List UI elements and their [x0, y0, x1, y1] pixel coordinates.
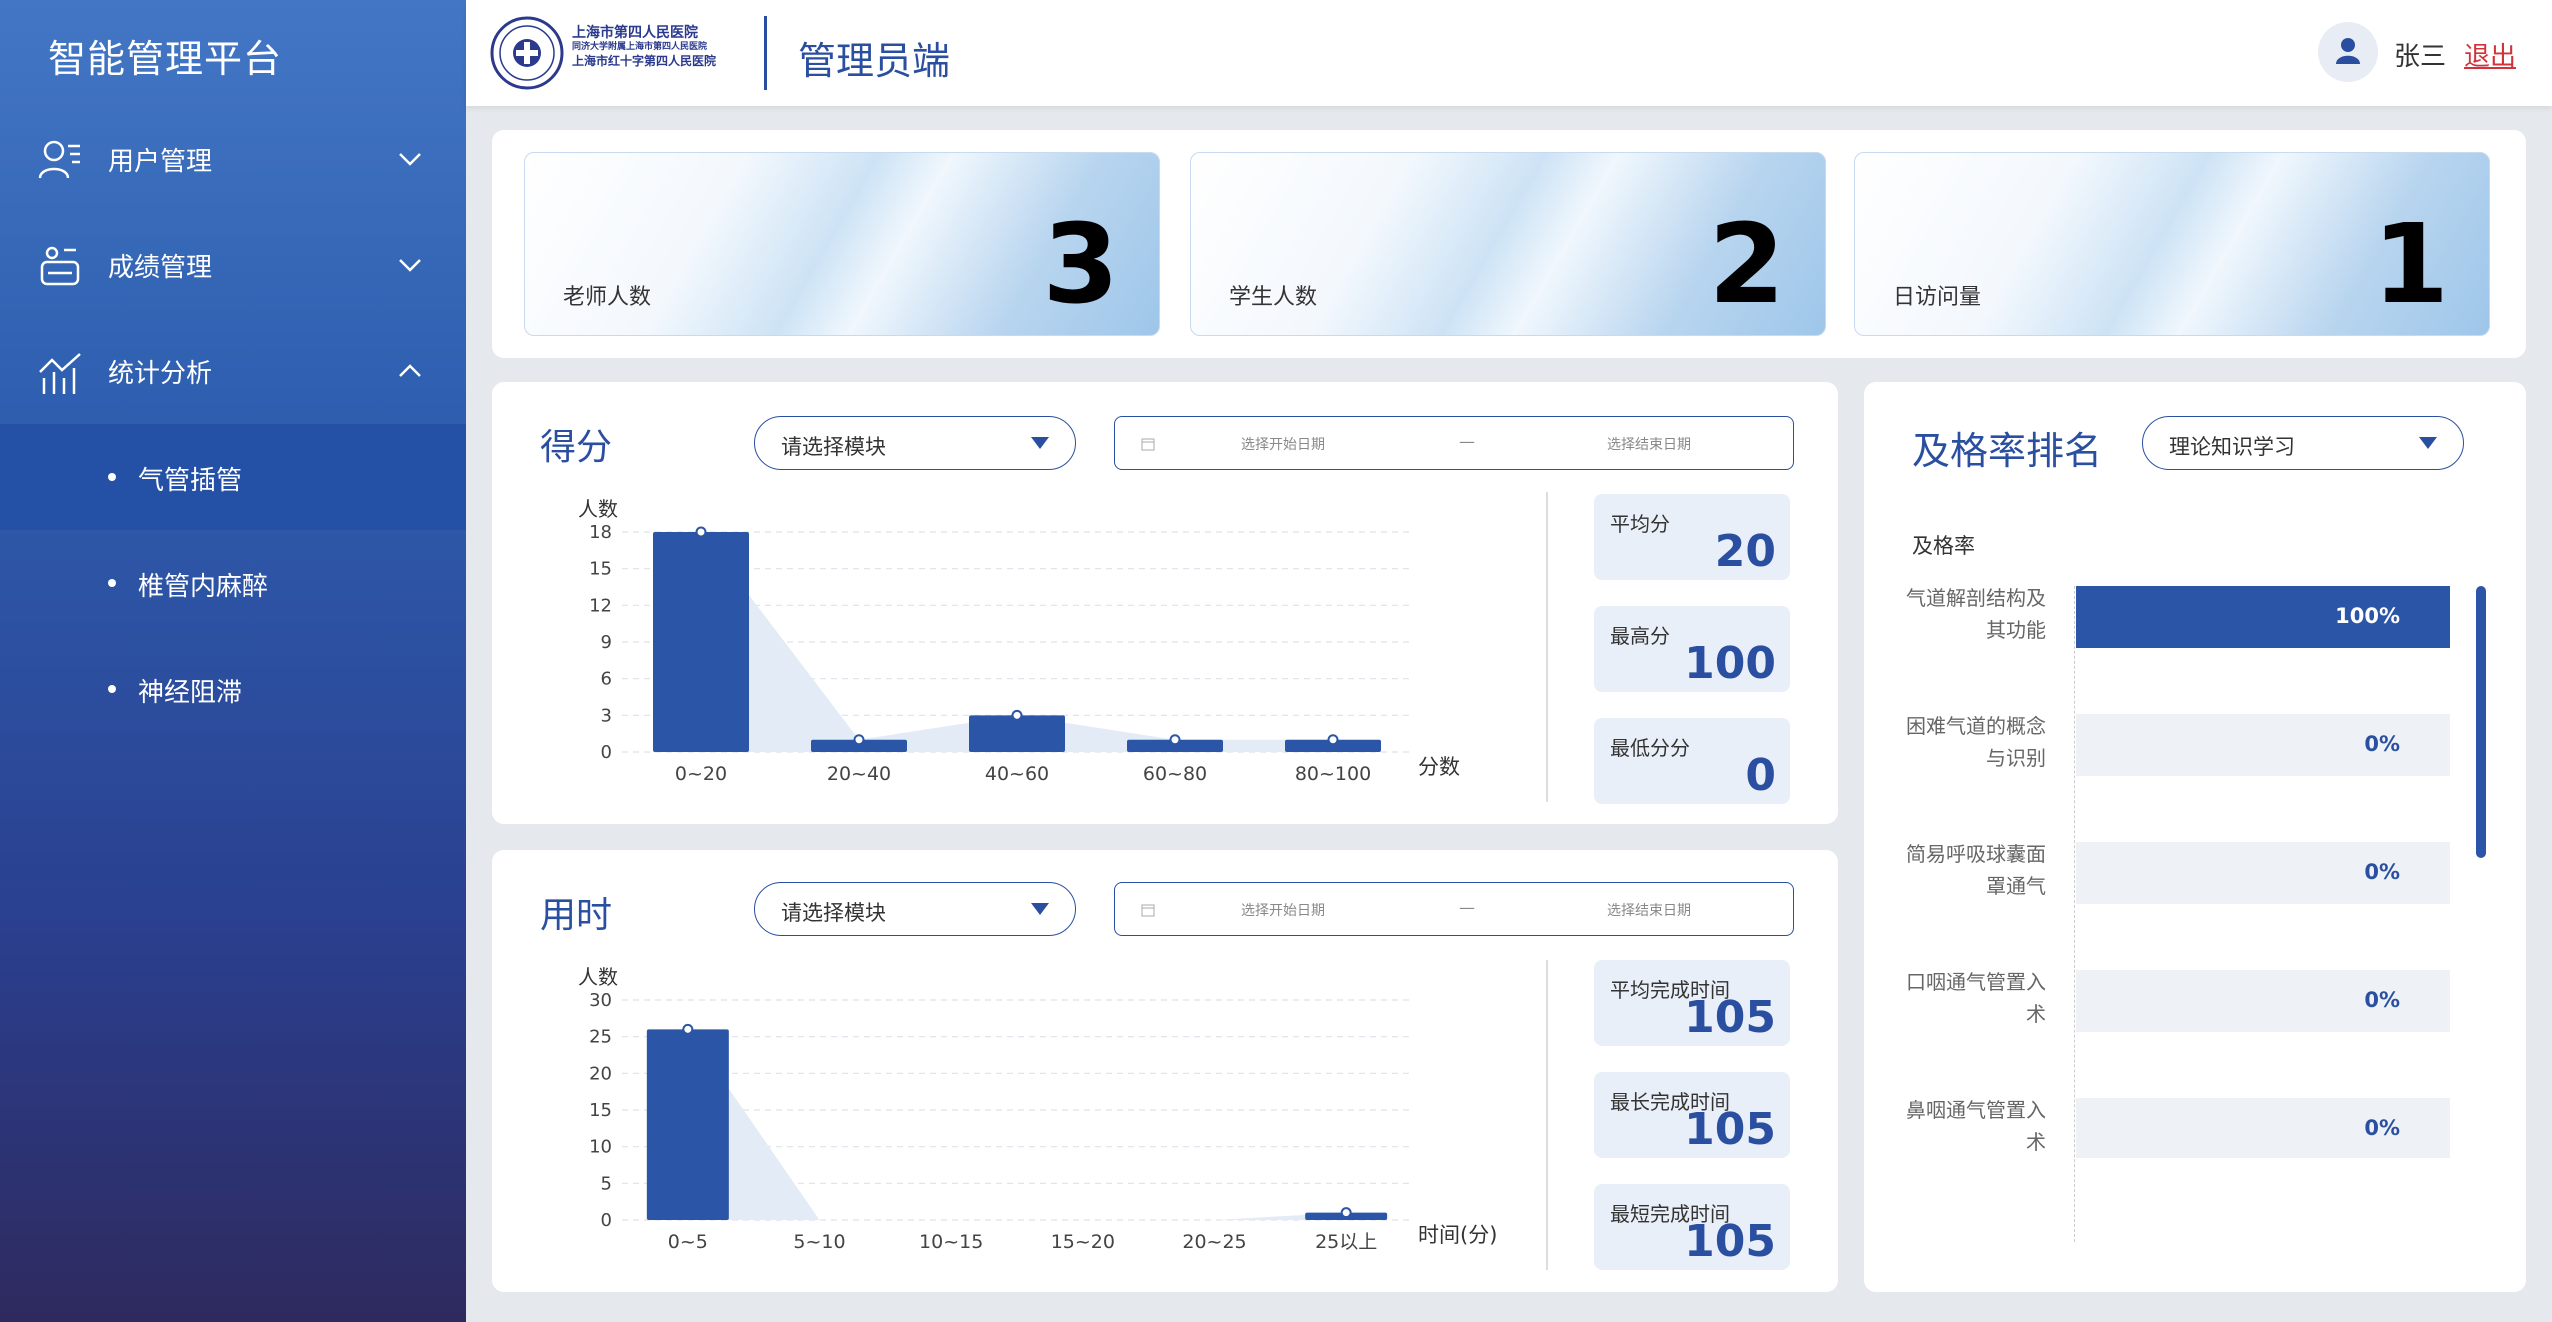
calendar-icon	[1141, 438, 1155, 451]
stats-panel: 老师人数 3 学生人数 2 日访问量 1	[492, 130, 2526, 358]
rank-bar: 100%	[2076, 586, 2450, 648]
y-tick-label: 0	[601, 1210, 612, 1231]
metric-shortest-time: 最短完成时间 105	[1594, 1184, 1790, 1270]
x-tick-label: 0~5	[668, 1231, 708, 1253]
metric-label: 平均分	[1610, 512, 1670, 536]
rank-bar-value: 0%	[2364, 732, 2400, 756]
rank-bar-value: 0%	[2364, 860, 2400, 884]
y-tick-label: 5	[601, 1173, 612, 1194]
sub-item-intubation[interactable]: 气管插管	[0, 424, 466, 530]
y-axis-label: 人数	[578, 497, 618, 521]
nav-label: 统计分析	[108, 358, 213, 389]
stat-value: 1	[2372, 200, 2449, 328]
panel-title: 及格率排名	[1912, 429, 2103, 473]
nav-label: 成绩管理	[108, 252, 213, 283]
x-tick-label: 5~10	[793, 1231, 845, 1253]
caret-down-icon	[1031, 437, 1049, 449]
scrollbar[interactable]	[2476, 586, 2486, 858]
rank-bar-value: 0%	[2364, 1116, 2400, 1140]
top-bar: 上海市第四人民医院 同济大学附属上海市第四人民医院 上海市红十字第四人民医院 管…	[466, 0, 2552, 106]
sub-item-label: 气管插管	[138, 466, 243, 496]
x-axis-label: 时间(分)	[1418, 1223, 1497, 1247]
hospital-name-line: 上海市第四人民医院	[572, 25, 698, 41]
brand-title: 智能管理平台	[48, 37, 283, 81]
username: 张三	[2394, 42, 2447, 72]
y-tick-label: 15	[589, 559, 612, 580]
y-tick-label: 18	[589, 522, 612, 543]
avatar[interactable]	[2318, 22, 2378, 82]
rank-bar-value: 0%	[2364, 988, 2400, 1012]
caret-down-icon	[2419, 437, 2437, 449]
chevron-down-icon	[399, 259, 421, 272]
stat-label: 学生人数	[1229, 285, 1318, 310]
x-tick-label: 10~15	[919, 1231, 983, 1253]
rank-bar: 0%	[2076, 714, 2450, 776]
chevron-down-icon	[399, 153, 421, 166]
hospital-name-line: 上海市红十字第四人民医院	[572, 54, 717, 68]
x-tick-label: 20~25	[1182, 1231, 1246, 1253]
portal-title: 管理员端	[798, 39, 951, 83]
rank-item-label: 鼻咽通气管置入术	[1906, 1098, 2046, 1154]
stat-card-teachers: 老师人数 3	[524, 152, 1160, 336]
x-tick-label: 25以上	[1315, 1231, 1377, 1253]
stat-card-daily-visits: 日访问量 1	[1854, 152, 2490, 336]
rank-axis-label: 及格率	[1912, 534, 1975, 558]
rank-bar-value: 100%	[2335, 604, 2400, 628]
rank-item-label: 口咽通气管置入术	[1906, 970, 2046, 1026]
select-value: 请选择模块	[781, 435, 886, 459]
nav-label: 用户管理	[108, 146, 213, 177]
stat-value: 3	[1042, 200, 1119, 328]
hospital-name: 上海市第四人民医院 同济大学附属上海市第四人民医院 上海市红十字第四人民医院	[572, 26, 742, 68]
metric-value: 105	[1684, 1216, 1776, 1267]
date-range-picker[interactable]: 选择开始日期 — 选择结束日期	[1114, 416, 1794, 470]
stat-label: 日访问量	[1893, 285, 1982, 310]
nav-statistics[interactable]: 统计分析	[0, 318, 466, 424]
chart-icon	[39, 353, 81, 394]
nav-user-management[interactable]: 用户管理	[0, 106, 466, 212]
hospital-logo-icon	[490, 16, 564, 90]
x-tick-label: 15~20	[1051, 1231, 1115, 1253]
data-point	[695, 526, 707, 538]
rank-bar: 0%	[2076, 1098, 2450, 1158]
stat-label: 老师人数	[563, 285, 652, 310]
metric-value: 20	[1714, 526, 1776, 577]
rank-bar: 0%	[2076, 842, 2450, 904]
grade-icon	[40, 246, 80, 286]
user-icon	[2336, 38, 2360, 64]
metric-average: 平均分 20	[1594, 494, 1790, 580]
rank-axis	[2074, 586, 2075, 1242]
panel-title: 得分	[540, 427, 613, 468]
chevron-up-icon	[399, 364, 421, 377]
nav-grade-management[interactable]: 成绩管理	[0, 212, 466, 318]
rank-item-label: 简易呼吸球囊面罩通气	[1906, 842, 2046, 898]
logout-link[interactable]: 退出	[2464, 36, 2516, 73]
module-select[interactable]: 理论知识学习	[2142, 416, 2464, 470]
date-end-input[interactable]: 选择结束日期	[1607, 434, 1691, 454]
rank-item-label: 困难气道的概念与识别	[1906, 714, 2046, 770]
hospital-name-line: 同济大学附属上海市第四人民医院	[572, 42, 708, 52]
date-start-input[interactable]: 选择开始日期	[1241, 434, 1325, 454]
bullet-icon	[108, 473, 116, 481]
data-point	[1340, 1207, 1352, 1219]
user-list-icon	[38, 140, 80, 179]
rank-item-label: 气道解剖结构及其功能	[1906, 586, 2046, 642]
stat-card-students: 学生人数 2	[1190, 152, 1826, 336]
module-select[interactable]: 请选择模块	[754, 416, 1076, 470]
rank-bar: 0%	[2076, 970, 2450, 1032]
divider	[764, 16, 767, 90]
bullet-icon	[108, 579, 116, 587]
date-separator: —	[1459, 432, 1475, 451]
select-value: 理论知识学习	[2169, 435, 2295, 459]
stat-value: 2	[1708, 200, 1785, 328]
